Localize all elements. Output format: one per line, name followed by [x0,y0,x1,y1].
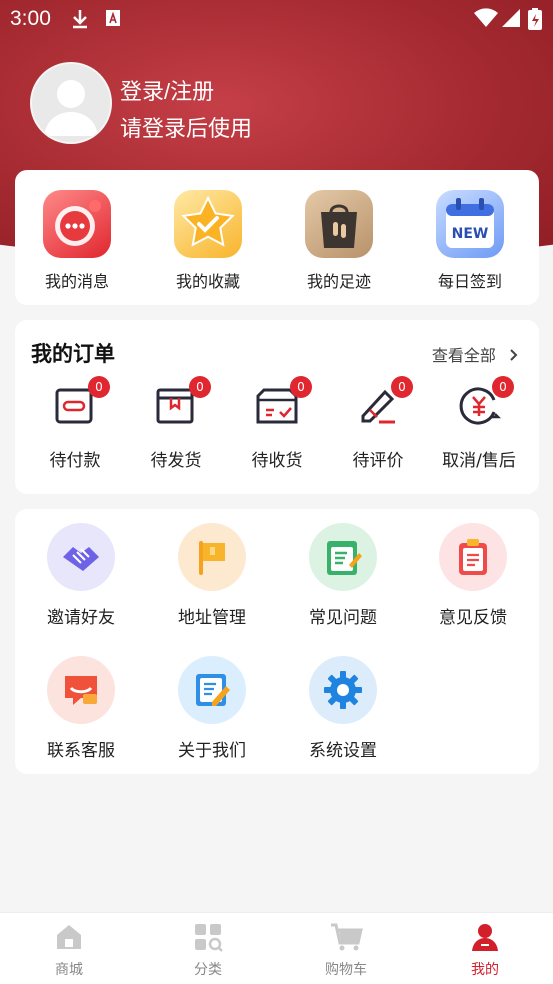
view-all-label: 查看全部 [431,346,496,365]
favorite-star-icon [174,190,242,258]
flag-icon [178,523,246,591]
order-pending-payment[interactable]: 0 待付款 [25,376,125,471]
order-count-badge: 0 [492,376,514,398]
download-icon [73,10,87,29]
tool-faq[interactable]: 常见问题 [278,523,408,628]
edit-note-icon [178,656,246,724]
order-count-badge: 0 [189,376,211,398]
order-count-badge: 0 [290,376,312,398]
tool-label: 关于我们 [178,741,246,761]
quick-link-label: 我的收藏 [175,272,240,291]
quick-link-label: 我的消息 [44,272,109,291]
quick-link-favorites[interactable]: 我的收藏 [153,190,263,292]
order-after-sales[interactable]: 0 取消/售后 [429,376,529,471]
quick-link-label: 我的足迹 [306,272,371,291]
tool-label: 邀请好友 [47,608,115,628]
order-status-label: 待付款 [49,451,101,471]
clipboard-icon [439,523,507,591]
tool-label: 联系客服 [47,741,115,761]
orders-title: 我的订单 [31,342,115,366]
tab-cart[interactable]: 购物车 [306,921,386,979]
default-user-icon [32,64,110,142]
message-icon [43,190,111,258]
tab-label: 我的 [471,962,499,978]
notebook-icon [309,523,377,591]
pen-review-icon: 0 [355,376,413,428]
battery-icon [528,8,542,30]
gear-icon [309,656,377,724]
new-calendar-icon: NEW [436,190,504,258]
shopping-cart-icon [331,923,363,951]
avatar[interactable] [30,62,112,144]
tab-label: 商城 [55,962,83,978]
category-grid-icon [195,924,223,952]
order-status-label: 待发货 [150,451,202,471]
order-pending-receipt[interactable]: 0 待收货 [227,376,327,471]
order-pending-review[interactable]: 0 待评价 [328,376,428,471]
tool-invite-friends[interactable]: 邀请好友 [16,523,146,628]
tool-about-us[interactable]: 关于我们 [147,656,277,761]
order-status-label: 待收货 [251,451,303,471]
svg-text:NEW: NEW [452,226,489,242]
wifi-icon [474,8,498,27]
order-status-label: 取消/售后 [442,451,516,471]
app-notification-icon [106,10,120,26]
package-icon: 0 [153,376,211,428]
quick-link-messages[interactable]: 我的消息 [22,190,132,292]
handshake-icon [47,523,115,591]
tool-address[interactable]: 地址管理 [147,523,277,628]
tool-customer-service[interactable]: 联系客服 [16,656,146,761]
wallet-icon: 0 [52,376,110,428]
status-time: 3:00 [10,7,51,30]
tab-label: 购物车 [325,962,367,978]
refund-icon: 0 [456,376,514,428]
tab-mine[interactable]: 我的 [445,921,525,979]
cellular-signal-icon [502,9,520,27]
login-hint: 请登录后使用 [120,116,253,141]
order-count-badge: 0 [88,376,110,398]
tab-mall[interactable]: 商城 [29,921,109,979]
bottom-tab-bar: 商城 分类 购物车 我的 [0,912,553,984]
tool-label: 常见问题 [309,608,377,628]
home-icon [57,925,81,949]
order-status-label: 待评价 [352,451,404,471]
tab-label: 分类 [194,962,222,978]
tool-label: 地址管理 [178,608,246,628]
chevron-right-icon [510,349,518,361]
quick-links-card: 我的消息 我的收藏 我的足迹 NEW 每日签到 [15,170,539,305]
login-register-link[interactable]: 登录/注册 [120,74,214,106]
tool-label: 系统设置 [309,741,377,761]
tab-category[interactable]: 分类 [168,921,248,979]
services-card: 邀请好友 地址管理 常见问题 意见反馈 联系客服 关于我们 系统设置 [15,509,539,774]
tool-settings[interactable]: 系统设置 [278,656,408,761]
footprint-bag-icon [305,190,373,258]
delivery-box-icon: 0 [254,376,312,428]
user-profile-icon [472,924,498,951]
orders-card: 我的订单 查看全部 0 待付款 0 待发货 0 待收货 0 待评价 0 取消/售… [15,320,539,494]
order-pending-shipment[interactable]: 0 待发货 [126,376,226,471]
chat-bubble-icon [47,656,115,724]
view-all-orders-link[interactable]: 查看全部 [432,342,521,366]
status-bar: 3:00 [0,0,553,38]
tool-label: 意见反馈 [439,608,507,628]
tool-feedback[interactable]: 意见反馈 [408,523,538,628]
quick-link-checkin[interactable]: NEW 每日签到 [415,190,525,292]
quick-link-label: 每日签到 [437,272,502,291]
quick-link-footprints[interactable]: 我的足迹 [284,190,394,292]
order-count-badge: 0 [391,376,413,398]
